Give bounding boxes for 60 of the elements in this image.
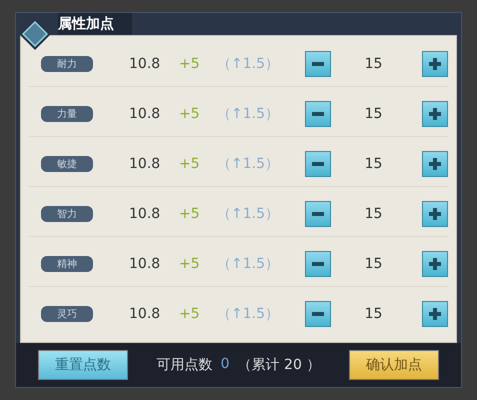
confirm-button[interactable]: 确认加点 (348, 350, 439, 380)
growth-value: （↑1.5） (217, 155, 280, 174)
plus-icon (429, 308, 441, 320)
minus-icon (312, 112, 324, 116)
plus-icon (429, 108, 441, 120)
minus-icon (312, 262, 324, 266)
bonus-value: +5 (179, 206, 201, 222)
minus-button[interactable] (305, 300, 331, 327)
plus-button[interactable] (422, 51, 448, 78)
plus-button[interactable] (422, 101, 448, 128)
minus-icon (312, 62, 324, 66)
growth-value: （↑1.5） (217, 105, 280, 124)
bonus-value: +5 (179, 156, 201, 172)
attribute-label: 敏捷 (41, 156, 93, 172)
available-value: 0 (220, 356, 230, 374)
minus-button[interactable] (305, 200, 331, 227)
points-value: 15 (364, 256, 384, 272)
growth-value: （↑1.5） (217, 254, 280, 273)
growth-value: （↑1.5） (217, 204, 280, 223)
minus-button[interactable] (305, 101, 331, 128)
plus-button[interactable] (422, 151, 448, 178)
reset-button[interactable]: 重置点数 (38, 350, 128, 380)
bonus-value: +5 (179, 106, 201, 122)
bonus-value: +5 (179, 256, 201, 272)
total-points: （累计 20 ） (238, 356, 320, 374)
plus-icon (429, 158, 441, 170)
minus-icon (312, 162, 324, 166)
minus-icon (312, 312, 324, 316)
attribute-label: 耐力 (41, 56, 93, 72)
minus-button[interactable] (305, 151, 331, 178)
bonus-value: +5 (179, 56, 201, 72)
attribute-label: 智力 (41, 206, 93, 222)
minus-button[interactable] (305, 51, 331, 78)
plus-icon (429, 208, 441, 220)
window-title: 属性加点 (58, 13, 132, 35)
plus-icon (429, 258, 441, 270)
plus-button[interactable] (422, 300, 448, 327)
attribute-label: 精神 (41, 256, 93, 272)
plus-button[interactable] (422, 200, 448, 227)
attribute-value: 10.8 (129, 156, 162, 172)
attribute-value: 10.8 (129, 106, 162, 122)
attribute-label: 灵巧 (41, 306, 93, 322)
attribute-value: 10.8 (129, 56, 162, 72)
points-value: 15 (364, 306, 384, 322)
plus-button[interactable] (422, 250, 448, 277)
plus-icon (429, 58, 441, 70)
minus-icon (312, 212, 324, 216)
points-value: 15 (364, 156, 384, 172)
points-value: 15 (364, 206, 384, 222)
bonus-value: +5 (179, 306, 201, 322)
growth-value: （↑1.5） (217, 304, 280, 323)
attribute-value: 10.8 (129, 206, 162, 222)
attribute-label: 力量 (41, 106, 93, 122)
available-label: 可用点数 (156, 356, 213, 374)
attribute-value: 10.8 (129, 256, 162, 272)
points-value: 15 (364, 56, 384, 72)
attribute-value: 10.8 (129, 306, 162, 322)
points-value: 15 (364, 106, 384, 122)
minus-button[interactable] (305, 250, 331, 277)
growth-value: （↑1.5） (217, 55, 280, 74)
